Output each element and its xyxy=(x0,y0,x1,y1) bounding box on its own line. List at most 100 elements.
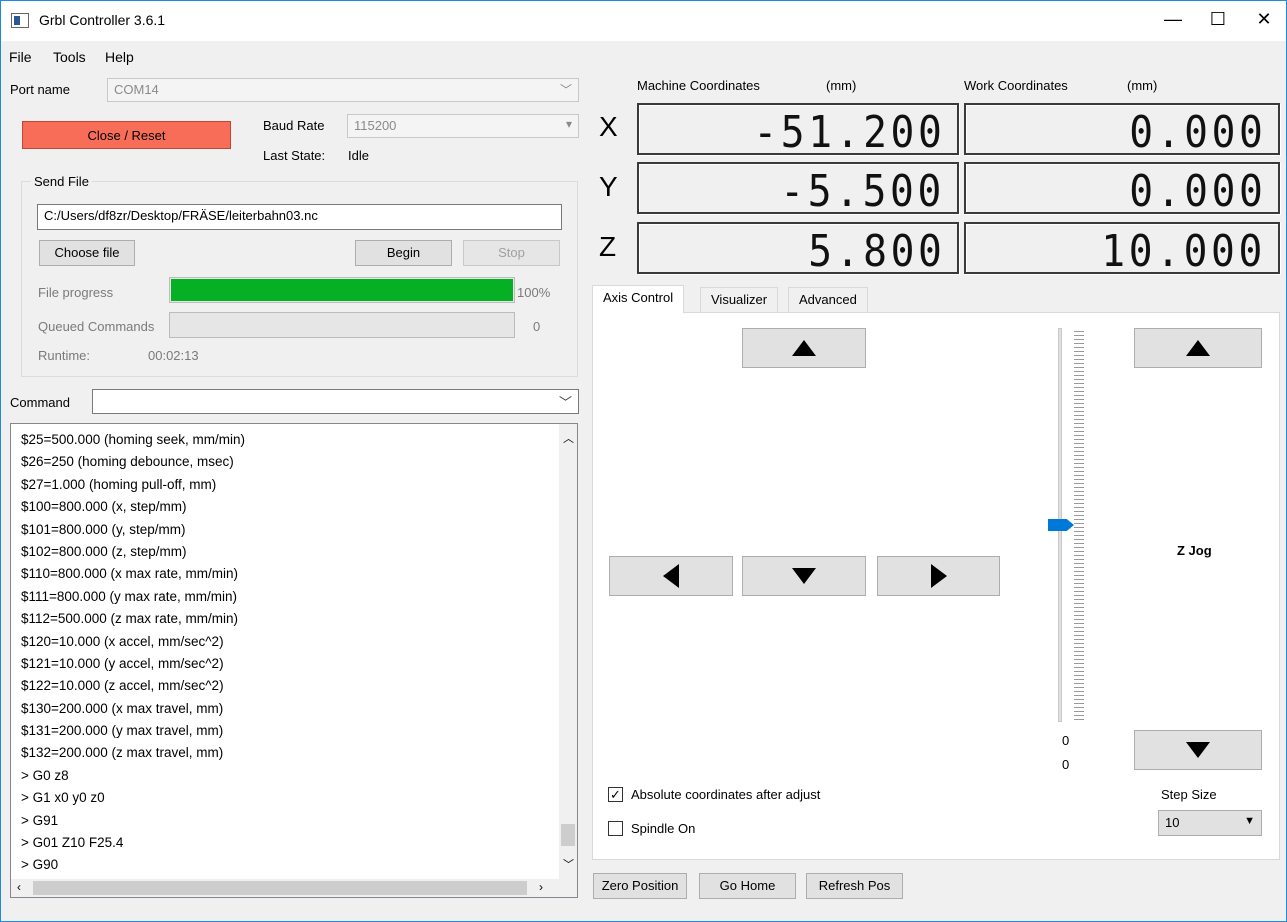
command-label: Command xyxy=(10,395,70,410)
absolute-coords-label: Absolute coordinates after adjust xyxy=(631,787,821,802)
close-reset-button[interactable]: Close / Reset xyxy=(22,121,231,149)
absolute-coords-checkbox[interactable]: ✓ xyxy=(608,787,623,802)
queued-commands-bar xyxy=(169,312,515,338)
last-state-label: Last State: xyxy=(263,148,326,163)
jog-y-minus-button[interactable] xyxy=(742,556,866,596)
file-progress-label: File progress xyxy=(38,285,114,300)
machine-x-value: -51.200 xyxy=(752,107,945,158)
arrow-up-icon xyxy=(1186,340,1210,356)
queued-commands-value: 0 xyxy=(533,319,541,334)
console-line: > G91 xyxy=(21,812,59,828)
file-progress-bar xyxy=(169,277,515,303)
vertical-scroll-thumb[interactable] xyxy=(561,824,575,846)
console-line: $131=200.000 (y max travel, mm) xyxy=(21,723,224,739)
console-line: $101=800.000 (y, step/mm) xyxy=(21,521,186,537)
chevron-down-icon[interactable]: ﹀ xyxy=(559,392,572,411)
refresh-pos-button[interactable]: Refresh Pos xyxy=(806,873,903,899)
go-home-button[interactable]: Go Home xyxy=(699,873,796,899)
runtime-label: Runtime: xyxy=(38,348,91,363)
jog-y-plus-button[interactable] xyxy=(742,328,866,368)
console-output[interactable]: $25=500.000 (homing seek, mm/min) $26=250… xyxy=(10,423,578,898)
arrow-up-icon xyxy=(792,340,816,356)
work-coordinates-label: Work Coordinates xyxy=(964,78,1068,93)
dropdown-arrow-icon: ▾ xyxy=(565,117,572,131)
machine-x-display: -51.200 xyxy=(637,103,959,158)
scroll-right-icon[interactable]: › xyxy=(539,880,543,894)
arrow-down-icon xyxy=(792,568,816,584)
chevron-down-icon: ﹀ xyxy=(559,83,572,97)
jog-x-plus-button[interactable] xyxy=(877,556,1000,596)
close-button[interactable]: ✕ xyxy=(1241,1,1287,37)
z-slider-value-1: 0 xyxy=(1062,733,1070,748)
stop-button[interactable]: Stop xyxy=(463,240,560,266)
title-bar: Grbl Controller 3.6.1 — ☐ ✕ xyxy=(1,1,1286,41)
work-unit-label: (mm) xyxy=(1127,78,1158,93)
tab-advanced[interactable]: Advanced xyxy=(788,287,868,312)
console-line: $102=800.000 (z, step/mm) xyxy=(21,543,187,559)
console-line: $100=800.000 (x, step/mm) xyxy=(21,499,187,515)
vertical-scrollbar[interactable]: ︿ ﹀ xyxy=(559,424,577,880)
machine-coordinates-label: Machine Coordinates xyxy=(637,78,760,93)
arrow-down-icon xyxy=(1186,742,1210,758)
last-state-value: Idle xyxy=(348,148,369,163)
file-progress-fill xyxy=(171,279,513,301)
console-line: > G1 x0 y0 z0 xyxy=(21,790,105,806)
dropdown-arrow-icon: ▼ xyxy=(1244,815,1255,827)
window-title: Grbl Controller 3.6.1 xyxy=(39,12,166,28)
scroll-left-icon[interactable]: ‹ xyxy=(17,880,21,894)
port-name-select[interactable]: COM14 ﹀ xyxy=(107,78,579,102)
console-line: $26=250 (homing debounce, msec) xyxy=(21,454,234,470)
work-y-display: 0.000 xyxy=(964,162,1280,217)
horizontal-scrollbar[interactable]: ‹ › xyxy=(11,879,577,897)
work-z-value: 10.000 xyxy=(1101,226,1266,277)
jog-x-minus-button[interactable] xyxy=(609,556,733,596)
machine-unit-label: (mm) xyxy=(826,78,857,93)
file-path-input[interactable]: C:/Users/df8zr/Desktop/FRÄSE/leiterbahn0… xyxy=(37,204,562,230)
port-name-value: COM14 xyxy=(114,82,159,97)
work-x-value: 0.000 xyxy=(1128,107,1266,158)
scroll-down-icon[interactable]: ﹀ xyxy=(563,856,574,872)
spindle-on-checkbox[interactable] xyxy=(608,821,623,836)
begin-button[interactable]: Begin xyxy=(355,240,452,266)
console-line: $132=200.000 (z max travel, mm) xyxy=(21,745,224,761)
z-slider-value-2: 0 xyxy=(1062,757,1070,772)
console-line: $120=10.000 (x accel, mm/sec^2) xyxy=(21,633,224,649)
work-y-value: 0.000 xyxy=(1128,166,1266,217)
port-name-label: Port name xyxy=(10,82,70,97)
console-line: > G90 xyxy=(21,857,59,873)
minimize-button[interactable]: — xyxy=(1150,1,1196,37)
menu-help[interactable]: Help xyxy=(105,49,134,65)
axis-label-y: Y xyxy=(599,171,618,202)
horizontal-scroll-thumb[interactable] xyxy=(33,881,527,895)
console-line: > G01 Z10 F25.4 xyxy=(21,835,124,851)
machine-y-value: -5.500 xyxy=(780,166,945,217)
spindle-on-label: Spindle On xyxy=(631,821,696,836)
runtime-value: 00:02:13 xyxy=(148,348,199,363)
file-progress-percent: 100% xyxy=(517,285,551,300)
command-input[interactable]: ﹀ xyxy=(92,389,579,414)
baud-rate-label: Baud Rate xyxy=(263,118,325,133)
axis-label-z: Z xyxy=(599,231,617,262)
jog-z-minus-button[interactable] xyxy=(1134,730,1262,770)
console-line: $111=800.000 (y max rate, mm/min) xyxy=(21,588,237,604)
tab-axis-control[interactable]: Axis Control xyxy=(592,285,685,313)
baud-rate-value: 115200 xyxy=(354,118,397,133)
scroll-up-icon[interactable]: ︿ xyxy=(563,430,574,446)
zero-position-button[interactable]: Zero Position xyxy=(593,873,687,899)
step-size-label: Step Size xyxy=(1161,787,1217,802)
baud-rate-select[interactable]: 115200 ▾ xyxy=(347,114,579,138)
maximize-button[interactable]: ☐ xyxy=(1195,1,1241,37)
machine-z-display: 5.800 xyxy=(637,222,959,277)
menu-tools[interactable]: Tools xyxy=(53,49,86,65)
tab-visualizer[interactable]: Visualizer xyxy=(700,287,779,312)
console-line: $121=10.000 (y accel, mm/sec^2) xyxy=(21,655,224,671)
menu-file[interactable]: File xyxy=(9,49,32,65)
send-file-title: Send File xyxy=(31,174,92,189)
step-size-select[interactable]: 10 ▼ xyxy=(1158,810,1262,836)
choose-file-button[interactable]: Choose file xyxy=(39,240,135,266)
console-line: $110=800.000 (x max rate, mm/min) xyxy=(21,566,238,582)
check-icon: ✓ xyxy=(610,787,621,802)
jog-z-plus-button[interactable] xyxy=(1134,328,1262,368)
queued-commands-label: Queued Commands xyxy=(38,319,155,334)
arrow-left-icon xyxy=(663,564,679,588)
